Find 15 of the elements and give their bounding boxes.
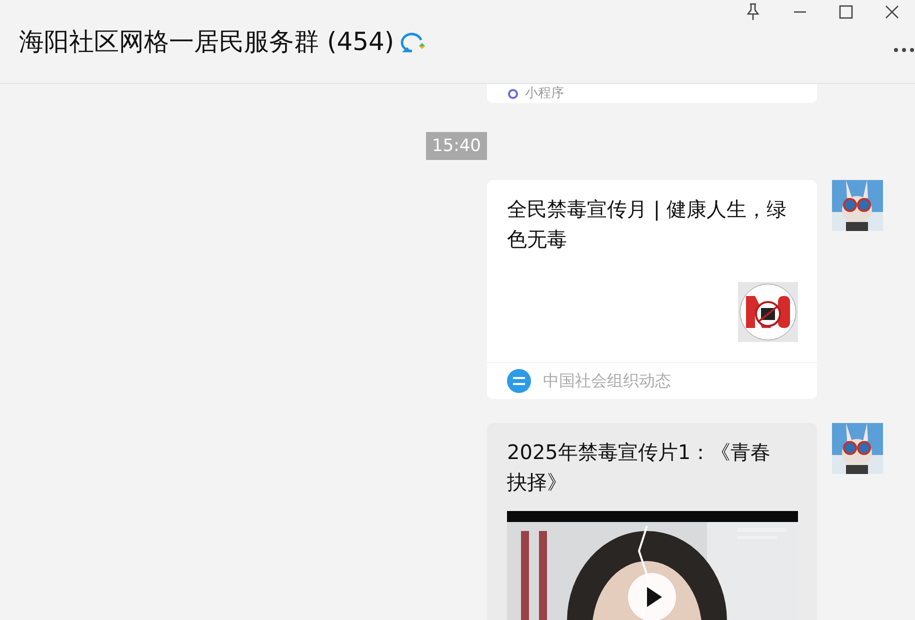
maximize-icon[interactable] [839,5,853,19]
play-icon[interactable] [628,573,676,620]
card-title: 全民禁毒宣传月 | 健康人生，绿色无毒 [506,196,788,253]
message-card[interactable]: 2025年禁毒宣传片1：《青春抉择》 [487,423,817,620]
message-card[interactable]: 全民禁毒宣传月 | 健康人生，绿色无毒 中国社会组织动态 [487,180,817,399]
more-icon[interactable] [893,47,915,53]
timestamp: 15:40 [426,132,487,160]
pin-icon[interactable] [745,3,761,21]
org-logo-icon [507,369,531,393]
card-source: 小程序 [525,86,564,100]
window-title: 海阳社区网格一居民服务群 (454) [19,26,394,58]
close-icon[interactable] [885,5,899,19]
mini-program-icon [507,88,519,100]
card-title: 2025年禁毒宣传片1：《青春抉择》 [506,439,772,496]
card-source: 中国社会组织动态 [543,370,671,392]
